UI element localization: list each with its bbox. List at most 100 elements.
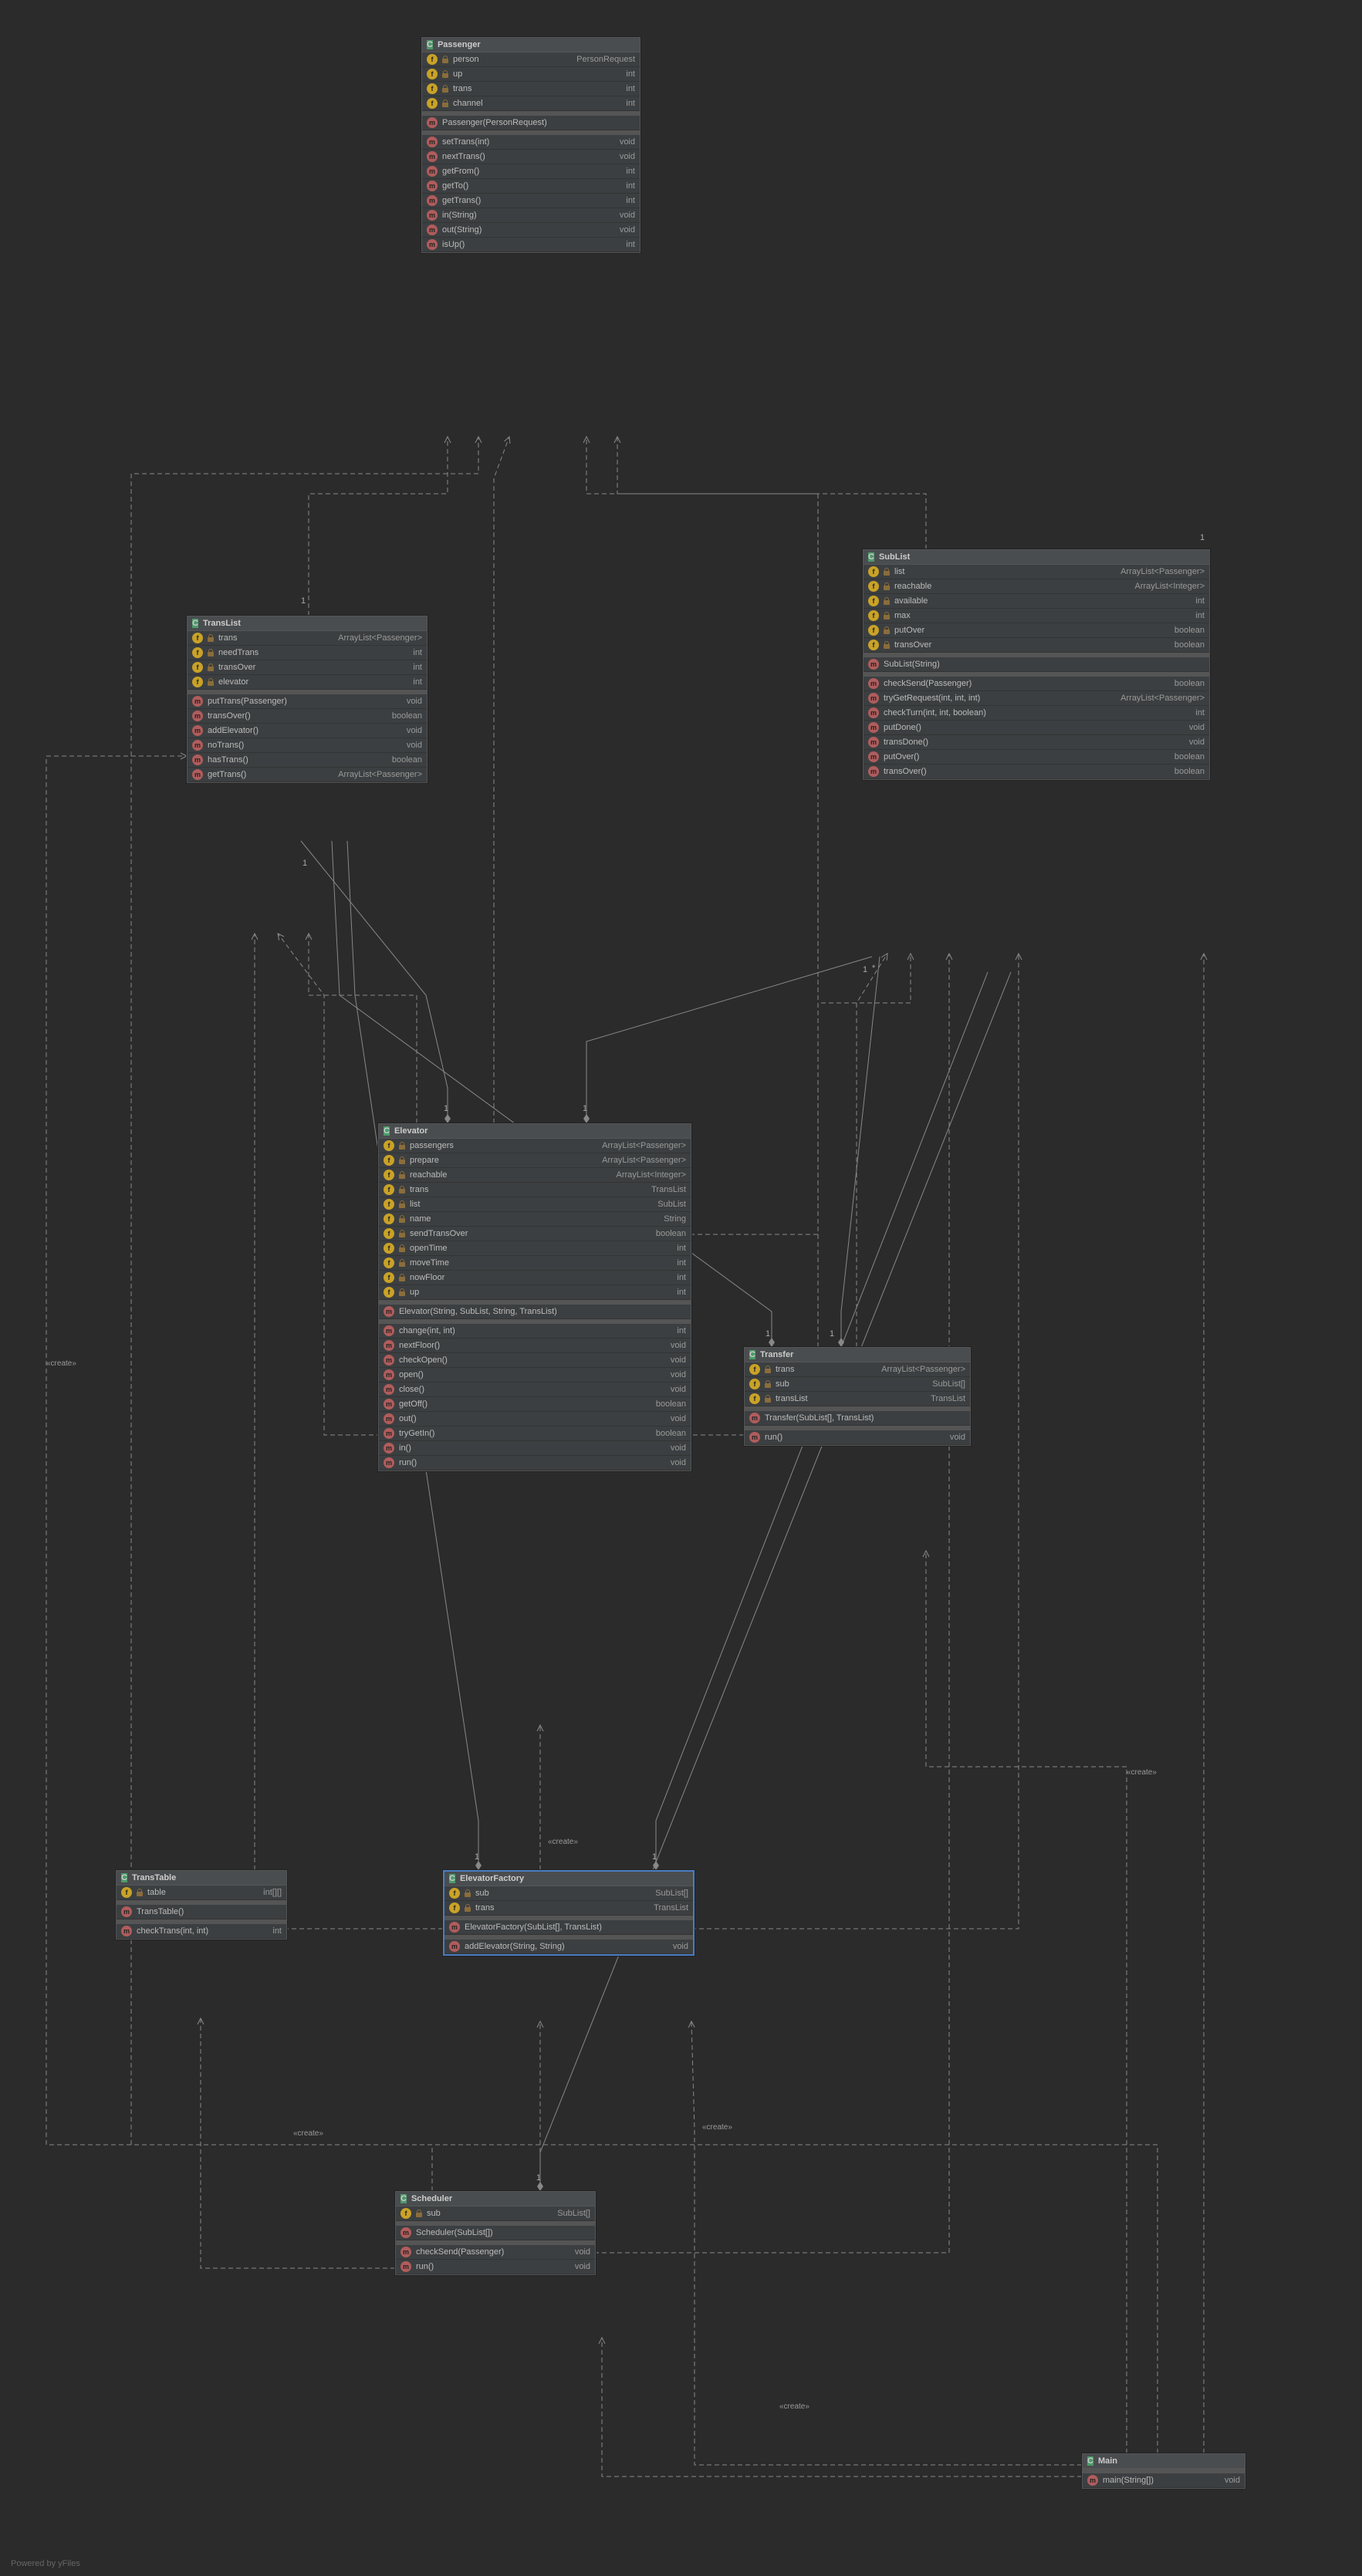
member-name: getTrans() [208,770,333,779]
class-title: CSubList [864,550,1209,565]
lock-icon [399,1288,405,1296]
member-name: sub [475,1889,651,1898]
field-icon: f [384,1287,394,1298]
member-name: putOver [894,626,1170,635]
member-row: min()void [379,1441,691,1456]
member-row: mgetTrans()ArrayList<Passenger> [188,768,427,782]
field-icon: f [400,2208,411,2219]
member-type: ArrayList<Integer> [1135,582,1205,591]
method-icon: m [427,181,438,191]
member-type: int [677,1288,686,1297]
member-row: fchannelint [422,96,640,111]
class-elevatorfactory[interactable]: CElevatorFactoryfsubSubList[]ftransTrans… [443,1870,695,1956]
member-type: ArrayList<Integer> [617,1170,687,1180]
member-row: f table int[][] [117,1886,286,1900]
member-name: trans [218,633,333,643]
method-icon: m [384,1428,394,1439]
member-row: mtryGetIn()boolean [379,1426,691,1441]
method-icon: m [384,1340,394,1351]
member-type: boolean [1174,752,1205,761]
lock-icon [208,678,214,686]
class-title: CTransfer [745,1348,970,1362]
member-type: int [626,99,635,108]
member-type: int [677,1244,686,1253]
field-icon: f [384,1243,394,1254]
member-row: ftransArrayList<Passenger> [745,1362,970,1377]
member-type: void [1189,738,1205,747]
member-type: void [671,1385,686,1394]
member-name: checkTrans(int, int) [137,1926,268,1936]
field-icon: f [749,1379,760,1389]
member-row: maddElevator()void [188,724,427,738]
class-title: CScheduler [396,2192,595,2206]
member-name: Scheduler(SubList[]) [416,2228,586,2237]
class-title: CMain [1083,2454,1245,2469]
method-icon: m [384,1306,394,1317]
method-icon: m [749,1432,760,1443]
svg-text:*: * [872,964,876,973]
member-type: int [413,663,422,672]
member-row: fsubSubList[] [444,1886,693,1901]
member-row: mgetTo()int [422,179,640,194]
member-name: open() [399,1370,666,1379]
member-type: void [950,1433,965,1442]
member-name: up [410,1288,672,1297]
method-icon: m [192,696,203,707]
lock-icon [137,1889,143,1896]
lock-icon [465,1889,471,1897]
class-main[interactable]: CMainmmain(String[])void [1082,2453,1245,2489]
member-type: int [413,648,422,657]
member-name: noTrans() [208,741,402,750]
class-title: CPassenger [422,38,640,52]
class-transtable[interactable]: CTransTableftableint[][]mTransTable()mch… [116,1870,287,1940]
field-icon: f [384,1199,394,1210]
member-name: prepare [410,1156,597,1165]
class-passenger[interactable]: CPassengerfpersonPersonRequestfupintftra… [421,37,640,253]
field-icon: f [192,662,203,673]
member-row: mtryGetRequest(int, int, int)ArrayList<P… [864,691,1209,706]
field-icon: f [121,1887,132,1898]
field-icon: f [192,647,203,658]
member-row: mSubList(String) [864,657,1209,672]
member-type: boolean [656,1229,686,1238]
lock-icon [399,1230,405,1237]
member-type: void [673,1942,688,1951]
member-type: int[][] [263,1888,282,1897]
svg-text:1: 1 [765,1329,770,1339]
member-row: maddElevator(String, String)void [444,1940,693,1954]
member-name: putOver() [884,752,1170,761]
member-name: nextTrans() [442,152,615,161]
member-name: tryGetIn() [399,1429,651,1438]
class-scheduler[interactable]: CSchedulerfsubSubList[]mScheduler(SubLis… [395,2191,596,2275]
lock-icon [884,568,890,576]
member-type: void [1189,723,1205,732]
member-name: table [147,1888,259,1897]
member-name: run() [765,1433,945,1442]
method-icon: m [384,1384,394,1395]
member-row: mout(String)void [422,223,640,238]
class-translist[interactable]: CTransListftransArrayList<Passenger>fnee… [187,616,428,783]
class-name: Main [1098,2456,1117,2466]
method-icon: m [400,2261,411,2272]
svg-text:1: 1 [475,1852,479,1862]
lock-icon [399,1200,405,1208]
field-icon: f [384,1184,394,1195]
class-sublist[interactable]: CSubListflistArrayList<Passenger>freacha… [863,549,1210,780]
class-name: ElevatorFactory [460,1874,524,1883]
lock-icon [442,85,448,93]
member-row: mTransfer(SubList[], TransList) [745,1411,970,1426]
member-row: mnextFloor()void [379,1339,691,1353]
class-title: CElevatorFactory [444,1872,693,1886]
member-type: int [677,1273,686,1282]
field-icon: f [384,1170,394,1180]
lock-icon [399,1259,405,1267]
create-label: «create» [1127,1768,1157,1777]
member-type: SubList[] [655,1889,688,1898]
field-icon: f [868,625,879,636]
member-type: SubList[] [557,2209,590,2218]
class-elevator[interactable]: CElevatorfpassengersArrayList<Passenger>… [378,1123,691,1471]
member-type: ArrayList<Passenger> [338,770,422,779]
class-transfer[interactable]: CTransferftransArrayList<Passenger>fsubS… [744,1347,971,1446]
member-name: trans [453,84,621,93]
member-name: getOff() [399,1399,651,1409]
